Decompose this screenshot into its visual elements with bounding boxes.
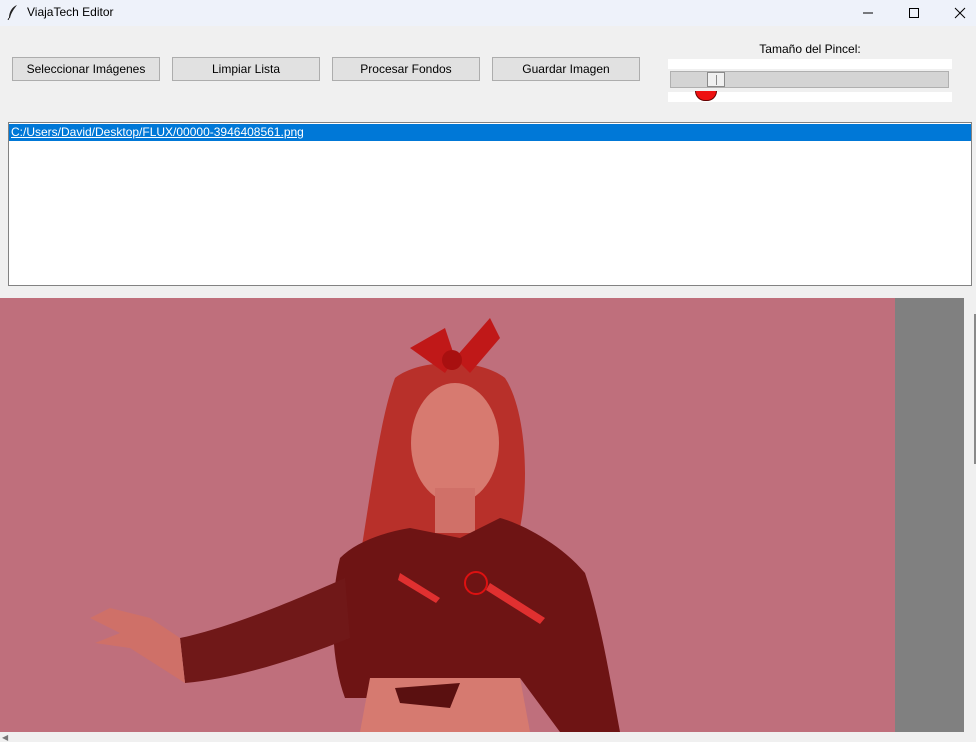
save-image-button[interactable]: Guardar Imagen <box>492 57 640 81</box>
file-listbox[interactable]: C:/Users/David/Desktop/FLUX/00000-394640… <box>8 122 972 286</box>
close-button[interactable] <box>937 0 976 26</box>
close-icon <box>954 7 966 19</box>
slider-thumb[interactable] <box>707 72 725 87</box>
scroll-left-arrow-icon[interactable]: ◀ <box>2 733 8 742</box>
face-shape <box>411 383 499 503</box>
window-title: ViajaTech Editor <box>27 5 114 19</box>
vertical-scrollbar[interactable] <box>966 298 976 732</box>
process-backgrounds-button[interactable]: Procesar Fondos <box>332 57 480 81</box>
brush-size-slider[interactable] <box>670 71 949 88</box>
horizontal-scrollbar[interactable]: ◀ <box>0 732 976 742</box>
clear-list-button[interactable]: Limpiar Lista <box>172 57 320 81</box>
feather-icon <box>6 4 20 21</box>
list-item[interactable]: C:/Users/David/Desktop/FLUX/00000-394640… <box>9 124 971 141</box>
select-images-button[interactable]: Seleccionar Imágenes <box>12 57 160 81</box>
maximize-icon <box>909 8 919 18</box>
minimize-button[interactable] <box>845 0 891 26</box>
neck-shape <box>435 488 475 533</box>
maximize-button[interactable] <box>891 0 937 26</box>
slider-panel <box>668 59 952 69</box>
brush-size-label: Tamaño del Pincel: <box>759 42 861 56</box>
title-bar: ViajaTech Editor <box>0 0 976 26</box>
image-canvas[interactable] <box>0 298 964 732</box>
minimize-icon <box>863 12 873 14</box>
bow-knot <box>442 350 462 370</box>
